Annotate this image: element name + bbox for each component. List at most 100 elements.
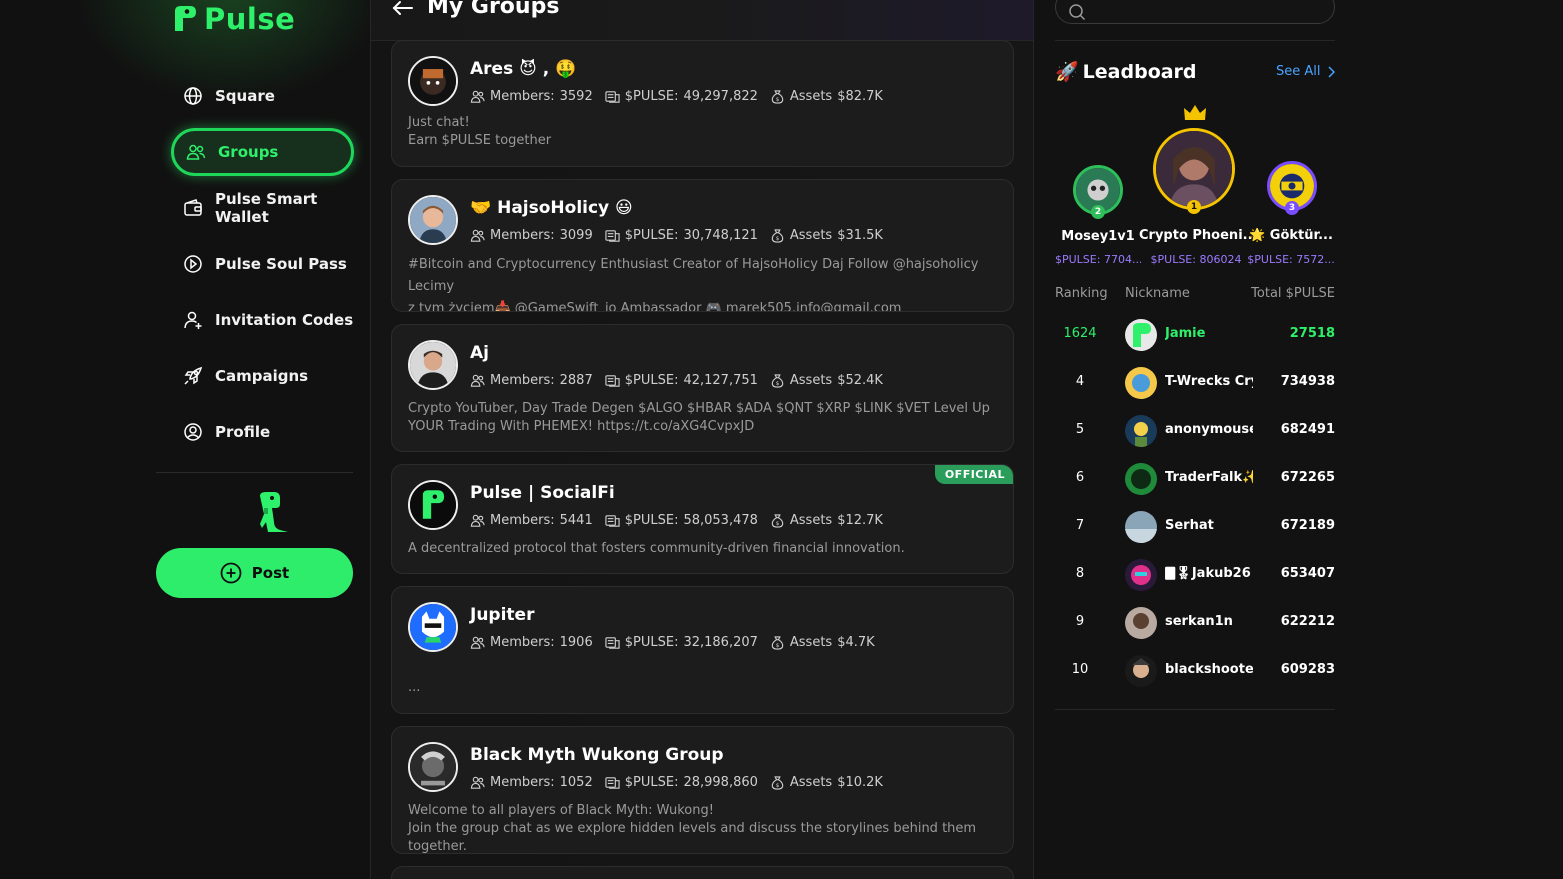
svg-text:$: $ <box>776 97 780 103</box>
group-avatar <box>408 480 458 530</box>
description-line: Earn $PULSE together <box>408 133 552 148</box>
leaderboard-row[interactable]: 8 🀫🎖Jakub26 653407 <box>1055 557 1335 593</box>
sidebar-item-square[interactable]: Square <box>171 72 354 120</box>
group-card-jupiter[interactable]: Jupiter Members: 1906 $PULSE: 32,186,207… <box>391 586 1014 714</box>
row-score: 672189 <box>1280 518 1335 533</box>
pulse-amount: 49,297,822 <box>683 89 758 104</box>
group-avatar <box>408 195 458 245</box>
leaderboard-row[interactable]: 10 blackshooter 609283 <box>1055 653 1335 689</box>
podium-first[interactable]: 1 <box>1153 128 1235 214</box>
members-count: 3592 <box>559 89 593 104</box>
description-line: Welcome to all players of Black Myth: Wu… <box>408 803 714 818</box>
podium-score: $PULSE: 7572... <box>1247 253 1335 266</box>
assets-label: Assets <box>789 228 833 243</box>
group-card-hajsoholicy[interactable]: 🤝 HajsoHolicy 😃 Members: 3099 $PULSE: 30… <box>391 179 1014 312</box>
row-score: 27518 <box>1289 326 1335 341</box>
assets-label: Assets <box>789 89 833 104</box>
pulse-label: $PULSE: <box>624 775 679 790</box>
svg-text:$: $ <box>776 236 780 242</box>
post-button[interactable]: Post <box>156 548 353 598</box>
row-avatar <box>1125 559 1157 591</box>
pulse-amount: 58,053,478 <box>683 513 758 528</box>
members-count: 1052 <box>559 775 593 790</box>
logo[interactable]: Pulse <box>172 2 295 36</box>
pulse-amount: 32,186,207 <box>683 635 758 650</box>
row-nickname: Jamie <box>1165 326 1206 341</box>
row-score: 622212 <box>1280 614 1335 629</box>
group-description: Just chat! Earn $PULSE together <box>408 114 1003 150</box>
coins-icon <box>605 375 620 387</box>
leaderboard-row[interactable]: 5 anonymouserl 682491 <box>1055 413 1335 449</box>
leaderboard-row-me[interactable]: 1624 Jamie 27518 <box>1055 317 1335 353</box>
svg-text:$: $ <box>776 381 780 387</box>
app-root: Pulse Square Groups Pulse Smart Wallet P… <box>0 0 1563 879</box>
assets-stat: $ Assets $31.5K <box>770 228 883 243</box>
members-stat: Members: 1052 <box>470 775 593 790</box>
sidebar-item-groups[interactable]: Groups <box>171 128 354 176</box>
assets-label: Assets <box>789 513 833 528</box>
group-card-partial[interactable] <box>391 866 1014 879</box>
group-card-pulse-socialfi[interactable]: OFFICIAL Pulse | SocialFi Members: 5441 … <box>391 464 1014 574</box>
sidebar-item-soul-pass[interactable]: Pulse Soul Pass <box>171 240 354 288</box>
row-nickname: T-Wrecks Cryp <box>1165 374 1253 389</box>
group-name: Aj <box>470 343 489 363</box>
row-nickname: serkan1n <box>1165 614 1233 629</box>
globe-icon <box>183 86 203 106</box>
leaderboard-row[interactable]: 6 TraderFalk✨ 672265 <box>1055 461 1335 497</box>
assets-stat: $ Assets $52.4K <box>770 373 883 388</box>
see-all-link[interactable]: See All <box>1276 64 1335 79</box>
wallet-icon <box>183 198 203 218</box>
podium-third[interactable]: 3 <box>1267 161 1317 215</box>
rocket-icon <box>183 366 203 386</box>
row-rank: 5 <box>1075 422 1085 437</box>
assets-amount: $10.2K <box>837 775 883 790</box>
sidebar: Pulse Square Groups Pulse Smart Wallet P… <box>0 0 371 879</box>
pulse-stat: $PULSE: 42,127,751 <box>605 373 758 388</box>
members-icon <box>470 229 485 242</box>
group-name: Pulse | SocialFi <box>470 483 615 503</box>
row-avatar <box>1125 511 1157 543</box>
assets-amount: $4.7K <box>837 635 875 650</box>
group-description: ... <box>408 679 1003 697</box>
sidebar-item-campaigns[interactable]: Campaigns <box>171 352 354 400</box>
members-icon <box>470 90 485 103</box>
group-stats: Members: 5441 $PULSE: 58,053,478 $ Asset… <box>470 513 883 528</box>
group-description: Welcome to all players of Black Myth: Wu… <box>408 802 1003 853</box>
chevron-right-icon <box>1327 65 1335 78</box>
pulse-amount: 28,998,860 <box>683 775 758 790</box>
podium-second[interactable]: 2 <box>1073 165 1123 219</box>
sidebar-item-wallet[interactable]: Pulse Smart Wallet <box>171 184 354 232</box>
sidebar-item-invitation-codes[interactable]: Invitation Codes <box>171 296 354 344</box>
group-stats: Members: 3592 $PULSE: 49,297,822 $ Asset… <box>470 89 883 104</box>
money-bag-icon: $ <box>771 776 784 790</box>
coins-icon <box>605 637 620 649</box>
back-arrow-icon[interactable] <box>391 0 415 22</box>
assets-amount: $31.5K <box>837 228 883 243</box>
leaderboard-row[interactable]: 4 T-Wrecks Cryp 734938 <box>1055 365 1335 401</box>
group-card-black-myth-wukong[interactable]: Black Myth Wukong Group Members: 1052 $P… <box>391 726 1014 854</box>
row-score: 653407 <box>1280 566 1335 581</box>
group-card-ares[interactable]: Ares 😈 , 🤑 Members: 3592 $PULSE: 49,297,… <box>391 40 1014 167</box>
leaderboard-row[interactable]: 7 Serhat 672189 <box>1055 509 1335 545</box>
money-bag-icon: $ <box>771 374 784 388</box>
pulse-label: $PULSE: <box>624 373 679 388</box>
assets-stat: $ Assets $4.7K <box>770 635 875 650</box>
pulse-label: $PULSE: <box>624 513 679 528</box>
description-line: ... <box>408 680 421 695</box>
search-input[interactable] <box>1055 0 1335 24</box>
group-stats: Members: 2887 $PULSE: 42,127,751 $ Asset… <box>470 373 883 388</box>
sidebar-item-label: Invitation Codes <box>215 311 354 329</box>
group-name: Jupiter <box>470 605 535 625</box>
leaderboard-row[interactable]: 9 serkan1n 622212 <box>1055 605 1335 641</box>
pulse-stat: $PULSE: 30,748,121 <box>605 228 758 243</box>
members-label: Members: <box>490 373 555 388</box>
money-bag-icon: $ <box>771 229 784 243</box>
assets-stat: $ Assets $12.7K <box>770 513 883 528</box>
members-label: Members: <box>490 513 555 528</box>
official-badge: OFFICIAL <box>934 465 1013 484</box>
svg-text:$: $ <box>776 521 780 527</box>
sidebar-item-profile[interactable]: Profile <box>171 408 354 456</box>
group-avatar <box>408 742 458 792</box>
group-card-aj[interactable]: Aj Members: 2887 $PULSE: 42,127,751 $ As… <box>391 324 1014 452</box>
assets-stat: $ Assets $10.2K <box>770 775 883 790</box>
